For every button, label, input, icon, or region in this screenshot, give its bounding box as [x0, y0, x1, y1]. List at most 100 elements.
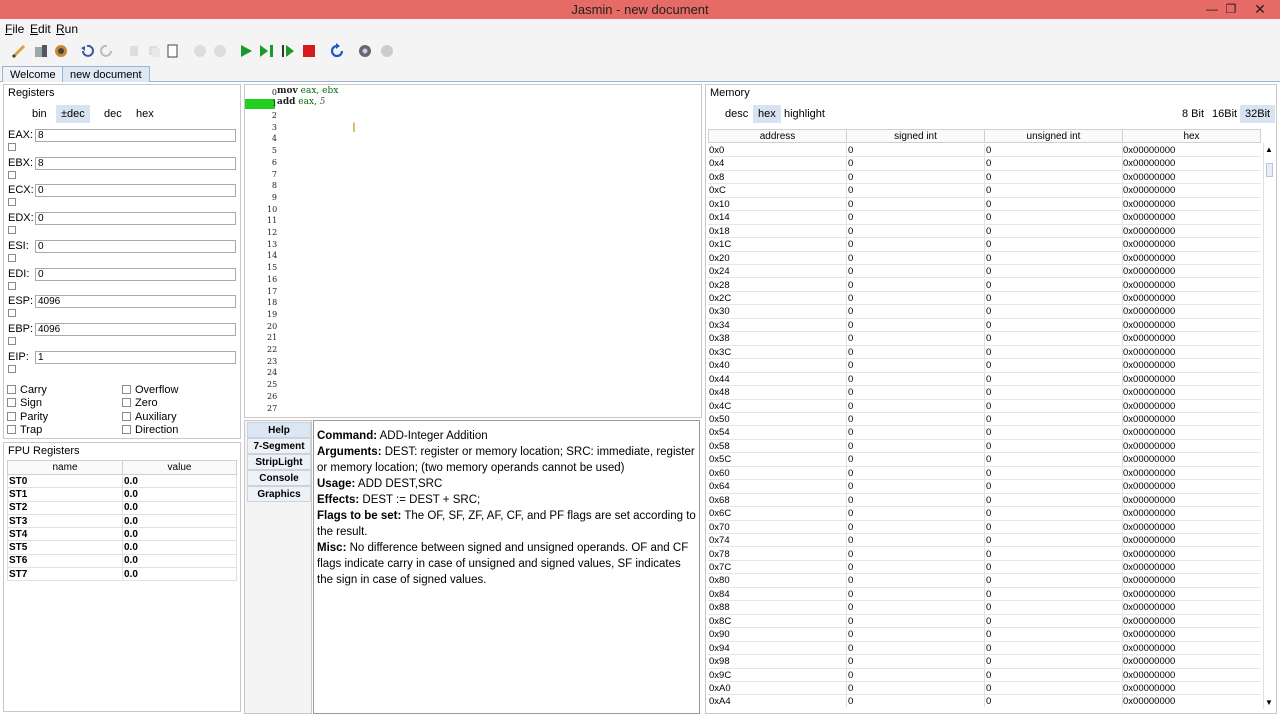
fpu-row[interactable]: ST0 0.0: [7, 473, 237, 489]
memory-row[interactable]: 0x78 0 0 0x00000000: [708, 547, 1261, 561]
memory-hex-button[interactable]: hex: [753, 105, 781, 123]
memory-row[interactable]: 0x3C 0 0 0x00000000: [708, 345, 1261, 360]
memory-row[interactable]: 0x48 0 0 0x00000000: [708, 386, 1261, 400]
undo-icon[interactable]: [78, 42, 96, 60]
settings-icon[interactable]: [356, 42, 374, 60]
reset-icon[interactable]: [328, 42, 346, 60]
fpu-row[interactable]: ST7 0.0: [7, 567, 237, 582]
code-editor[interactable]: 0 mov eax, ebx 1 add eax, 5 2 3 4 5 6 7 8 9 10 11…: [244, 84, 702, 418]
memory-row[interactable]: 0x8 0 0 0x00000000: [708, 170, 1261, 185]
side-tab-console[interactable]: Console: [247, 470, 311, 486]
register-checkbox-ebp[interactable]: [8, 336, 16, 345]
fpu-row[interactable]: ST6 0.0: [7, 553, 237, 569]
copy-icon[interactable]: [145, 42, 163, 60]
redo-icon[interactable]: [98, 42, 116, 60]
memory-row[interactable]: 0x18 0 0 0x00000000: [708, 224, 1261, 239]
fpu-row[interactable]: ST4 0.0: [7, 527, 237, 542]
format-signed-dec-button[interactable]: ±dec: [56, 105, 90, 123]
step-icon[interactable]: [258, 42, 276, 60]
memory-row[interactable]: 0x70 0 0 0x00000000: [708, 520, 1261, 535]
register-value-ecx[interactable]: 0: [35, 184, 236, 198]
register-value-edi[interactable]: 0: [35, 267, 236, 281]
scroll-up-icon[interactable]: ▲: [1265, 145, 1273, 154]
side-tab-7-segment[interactable]: 7-Segment: [247, 438, 311, 454]
register-value-esp[interactable]: 4096: [35, 295, 236, 309]
format-dec-button[interactable]: dec: [99, 105, 127, 123]
flag-sign[interactable]: Sign: [7, 397, 42, 409]
memory-row[interactable]: 0x90 0 0 0x00000000: [708, 628, 1261, 642]
register-value-ebx[interactable]: 8: [35, 156, 236, 170]
register-value-ebp[interactable]: 4096: [35, 322, 236, 336]
memory-row[interactable]: 0x94 0 0 0x00000000: [708, 641, 1261, 656]
memory-row[interactable]: 0x80 0 0 0x00000000: [708, 574, 1261, 588]
memory-row[interactable]: 0x8C 0 0 0x00000000: [708, 614, 1261, 629]
memory-row[interactable]: 0x40 0 0 0x00000000: [708, 359, 1261, 373]
new-file-icon[interactable]: [10, 42, 28, 60]
memory-row[interactable]: 0xC 0 0 0x00000000: [708, 184, 1261, 198]
memory-row[interactable]: 0x20 0 0 0x00000000: [708, 251, 1261, 266]
menu-file[interactable]: File: [5, 22, 24, 36]
register-checkbox-eip[interactable]: [8, 364, 16, 373]
memory-row[interactable]: 0x5C 0 0 0x00000000: [708, 453, 1261, 467]
flag-overflow[interactable]: Overflow: [122, 384, 178, 396]
register-checkbox-ecx[interactable]: [8, 198, 16, 207]
format-bin-button[interactable]: bin: [27, 105, 52, 123]
fpu-row[interactable]: ST5 0.0: [7, 540, 237, 555]
flag-direction[interactable]: Direction: [122, 424, 178, 436]
open-file-icon[interactable]: [32, 42, 50, 60]
memory-32bit-button[interactable]: 32Bit: [1240, 105, 1276, 123]
memory-row[interactable]: 0x9C 0 0 0x00000000: [708, 668, 1261, 682]
fpu-col-name[interactable]: name: [7, 460, 123, 475]
register-checkbox-edi[interactable]: [8, 281, 16, 290]
memory-row[interactable]: 0x7C 0 0 0x00000000: [708, 560, 1261, 575]
memory-row[interactable]: 0xA4 0 0 0x00000000: [708, 695, 1261, 707]
fpu-row[interactable]: ST1 0.0: [7, 487, 237, 502]
run-icon[interactable]: [237, 42, 255, 60]
register-value-edx[interactable]: 0: [35, 212, 236, 226]
memory-row[interactable]: 0x2C 0 0 0x00000000: [708, 291, 1261, 306]
cut-icon[interactable]: [125, 42, 143, 60]
register-checkbox-edx[interactable]: [8, 226, 16, 235]
tab-new-document[interactable]: new document: [62, 66, 150, 82]
memory-col-hex[interactable]: hex: [1122, 129, 1261, 143]
register-checkbox-eax[interactable]: [8, 143, 16, 151]
memory-row[interactable]: 0x64 0 0 0x00000000: [708, 480, 1261, 494]
memory-16bit-button[interactable]: 16Bit: [1207, 105, 1242, 123]
memory-col-signed[interactable]: signed int: [846, 129, 985, 143]
memory-row[interactable]: 0x38 0 0 0x00000000: [708, 332, 1261, 346]
flag-zero[interactable]: Zero: [122, 397, 158, 409]
memory-row[interactable]: 0x4C 0 0 0x00000000: [708, 399, 1261, 413]
side-tab-striplight[interactable]: StripLight: [247, 454, 311, 470]
memory-row[interactable]: 0x60 0 0 0x00000000: [708, 466, 1261, 481]
stop-icon[interactable]: [300, 42, 318, 60]
memory-row[interactable]: 0x24 0 0 0x00000000: [708, 265, 1261, 279]
code-line[interactable]: mov eax, ebx: [277, 86, 338, 96]
settings-disabled-icon[interactable]: [378, 42, 396, 60]
flag-carry[interactable]: Carry: [7, 384, 47, 396]
register-checkbox-ebx[interactable]: [8, 170, 16, 179]
memory-col-address[interactable]: address: [708, 129, 847, 143]
fpu-col-value[interactable]: value: [122, 460, 237, 475]
memory-row[interactable]: 0x84 0 0 0x00000000: [708, 587, 1261, 602]
side-tab-help[interactable]: Help: [247, 422, 311, 438]
step-back-line-icon[interactable]: [211, 42, 229, 60]
memory-row[interactable]: 0x68 0 0 0x00000000: [708, 493, 1261, 508]
flag-parity[interactable]: Parity: [7, 411, 48, 423]
memory-desc-button[interactable]: desc: [720, 105, 753, 123]
flag-trap[interactable]: Trap: [7, 424, 42, 436]
memory-highlight-button[interactable]: highlight: [779, 105, 830, 123]
menu-edit[interactable]: Edit: [30, 22, 51, 36]
memory-row[interactable]: 0x88 0 0 0x00000000: [708, 601, 1261, 615]
memory-8bit-button[interactable]: 8 Bit: [1177, 105, 1209, 123]
scroll-down-icon[interactable]: ▼: [1265, 698, 1273, 707]
close-button[interactable]: ✕: [1248, 1, 1272, 17]
memory-row[interactable]: 0x0 0 0 0x00000000: [708, 144, 1261, 158]
memory-row[interactable]: 0x4 0 0 0x00000000: [708, 157, 1261, 171]
memory-row[interactable]: 0x50 0 0 0x00000000: [708, 413, 1261, 427]
memory-row[interactable]: 0x58 0 0 0x00000000: [708, 439, 1261, 454]
side-tab-graphics[interactable]: Graphics: [247, 486, 311, 502]
code-line[interactable]: add eax, 5: [277, 97, 326, 107]
memory-row[interactable]: 0x30 0 0 0x00000000: [708, 305, 1261, 319]
menu-run[interactable]: Run: [56, 22, 78, 36]
memory-row[interactable]: 0xA0 0 0 0x00000000: [708, 682, 1261, 696]
